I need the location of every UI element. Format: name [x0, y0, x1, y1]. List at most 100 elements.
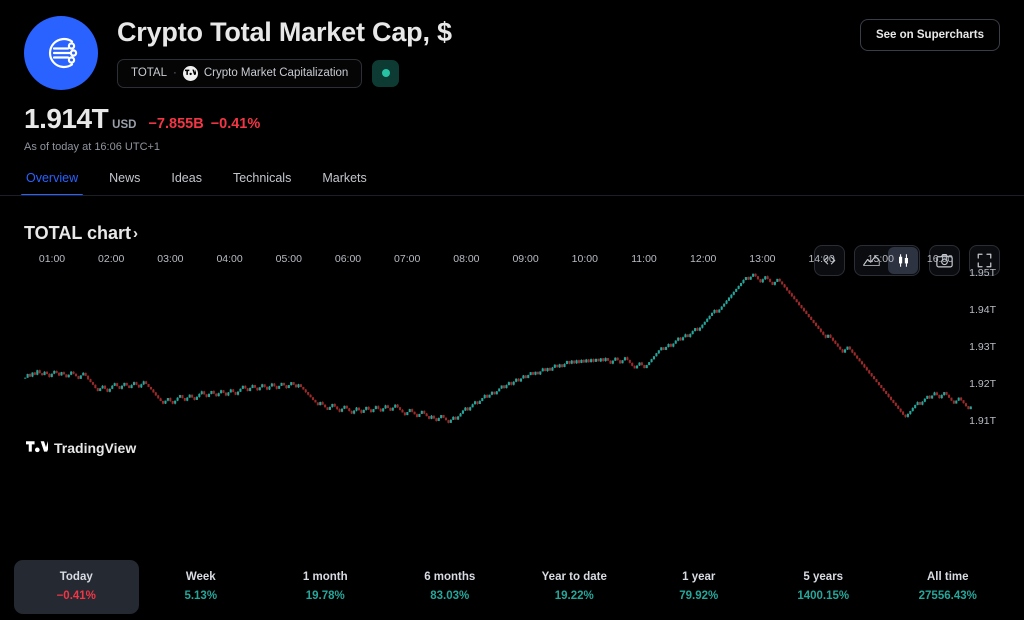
candle: [244, 385, 247, 389]
candle: [694, 327, 697, 332]
candle: [457, 415, 460, 421]
candle: [597, 358, 600, 362]
candle: [793, 295, 796, 300]
tab-news[interactable]: News: [107, 167, 142, 196]
candle: [440, 415, 443, 419]
chart-title[interactable]: TOTAL chart ›: [24, 223, 138, 244]
candle: [103, 385, 107, 390]
candle: [437, 417, 440, 422]
candle: [357, 407, 360, 411]
candle: [459, 412, 462, 417]
see-on-supercharts-button[interactable]: See on Supercharts: [859, 19, 1000, 51]
candle: [176, 397, 179, 402]
candle: [360, 409, 363, 414]
candle: [384, 404, 387, 409]
candle: [684, 333, 687, 338]
candle: [265, 386, 269, 391]
candle: [50, 373, 53, 378]
time-axis-tick: 02:00: [98, 253, 125, 265]
performance-value: 5.13%: [184, 590, 218, 602]
candle: [430, 415, 433, 420]
chart-area[interactable]: 1.91T 1.92T 1.93T 1.94T 1.95T TradingView 01…: [24, 253, 1000, 458]
candle: [152, 389, 155, 393]
symbol-separator: ·: [173, 67, 177, 80]
tab-ideas[interactable]: Ideas: [169, 167, 204, 196]
candle: [665, 346, 668, 351]
candle: [246, 387, 249, 392]
performance-item-today[interactable]: Today −0.41%: [14, 560, 139, 614]
candle: [764, 275, 767, 280]
candle: [473, 400, 477, 405]
performance-item-1-month[interactable]: 1 month 19.78%: [263, 560, 388, 614]
candle: [345, 405, 348, 409]
price-axis-tick: 1.93T: [969, 341, 996, 354]
performance-item-week[interactable]: Week 5.13%: [139, 560, 264, 614]
candle: [140, 383, 143, 388]
time-axis-tick: 07:00: [394, 253, 421, 265]
candle: [309, 394, 312, 398]
candle: [742, 279, 745, 284]
candle: [193, 397, 196, 401]
candle: [222, 390, 225, 394]
performance-value: 1400.15%: [797, 590, 850, 602]
price-chart[interactable]: [24, 253, 972, 438]
candle: [333, 403, 336, 408]
candle: [556, 364, 559, 368]
candle: [773, 281, 776, 286]
candle: [623, 356, 627, 361]
candle: [657, 350, 660, 354]
candle: [756, 275, 760, 280]
candle: [851, 349, 854, 354]
candle: [67, 374, 70, 378]
performance-item-year-to-date[interactable]: Year to date 19.22%: [512, 560, 637, 614]
candle: [394, 404, 397, 408]
performance-value: 83.03%: [430, 590, 470, 602]
candle: [87, 375, 90, 380]
performance-item-6-months[interactable]: 6 months 83.03%: [388, 560, 513, 614]
candle: [200, 390, 203, 395]
candle: [720, 306, 723, 311]
tab-overview[interactable]: Overview: [20, 167, 84, 196]
candle: [169, 397, 172, 402]
candle: [686, 334, 689, 338]
candle: [563, 363, 566, 368]
candle: [321, 401, 324, 405]
candle: [215, 393, 218, 397]
candle: [817, 325, 820, 329]
candle: [396, 404, 399, 408]
candle: [655, 352, 658, 357]
performance-item-1-year[interactable]: 1 year 79.92%: [637, 560, 762, 614]
tab-technicals[interactable]: Technicals: [231, 167, 293, 196]
candle: [737, 285, 740, 290]
candle: [43, 371, 46, 376]
candle: [580, 359, 583, 364]
candle: [565, 360, 568, 365]
candle: [766, 275, 769, 280]
candle: [515, 378, 518, 383]
tradingview-watermark: TradingView: [26, 440, 136, 456]
candle: [311, 397, 315, 401]
candle: [386, 404, 390, 409]
performance-item-all-time[interactable]: All time 27556.43%: [886, 560, 1011, 614]
candle: [759, 278, 762, 283]
candle: [297, 383, 300, 388]
candle: [897, 405, 900, 410]
candle: [568, 360, 571, 365]
candle: [273, 383, 276, 387]
symbol-pill[interactable]: TOTAL · Crypto Market Capitalization: [117, 58, 363, 88]
time-axis-tick: 14:00: [808, 253, 835, 265]
candle: [706, 318, 709, 323]
candle: [41, 372, 44, 376]
candle: [229, 388, 232, 393]
tab-markets[interactable]: Markets: [320, 167, 368, 196]
candle: [824, 334, 827, 339]
tab-label: Overview: [26, 171, 79, 185]
candle: [810, 316, 813, 321]
candle: [619, 359, 622, 364]
candle: [239, 388, 242, 392]
time-axis-tick: 08:00: [453, 253, 480, 265]
candle: [164, 400, 167, 404]
candle: [420, 410, 423, 414]
candle: [827, 334, 830, 338]
performance-item-5-years[interactable]: 5 years 1400.15%: [761, 560, 886, 614]
